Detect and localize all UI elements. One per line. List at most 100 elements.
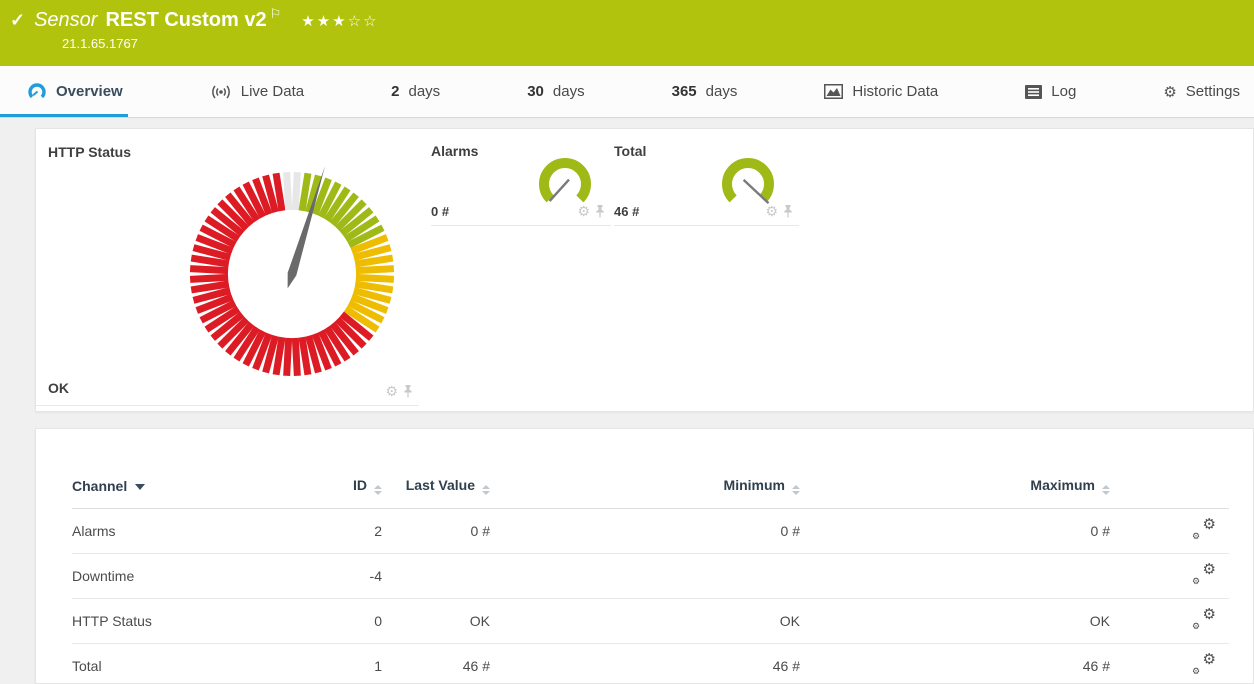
sort-icon xyxy=(374,485,382,495)
gauge-value: 0 # xyxy=(431,204,449,219)
tab-label: Historic Data xyxy=(852,83,938,100)
cell-maximum: 0 # xyxy=(800,509,1110,554)
table-header-row: Channel ID Last Value Minimum Maximum xyxy=(72,477,1229,509)
tab-settings[interactable]: ⚙ Settings xyxy=(1163,66,1240,117)
tab-2-days[interactable]: 2 days xyxy=(391,66,440,117)
table-row[interactable]: Alarms 2 0 # 0 # 0 # ⚙⚙ xyxy=(72,509,1229,554)
cell-id: -4 xyxy=(272,554,382,599)
tab-label: Overview xyxy=(56,83,123,100)
total-gauge-panel: Total 46 # ⚙ xyxy=(614,129,799,226)
broadcast-icon xyxy=(210,84,232,100)
gauge-icon xyxy=(27,82,47,101)
channel-settings-icon[interactable]: ⚙⚙ xyxy=(1192,655,1216,674)
priority-stars[interactable]: ★★★☆☆ xyxy=(301,12,378,30)
gauge-title: Alarms xyxy=(431,143,478,159)
cell-maximum: OK xyxy=(800,599,1110,644)
gauge-footer-icons: ⚙ xyxy=(577,204,605,218)
cell-channel: Total xyxy=(72,644,272,684)
cell-last-value xyxy=(382,554,490,599)
gauge-title: Total xyxy=(614,143,646,159)
alarms-gauge-panel: Alarms 0 # ⚙ xyxy=(431,129,611,226)
column-header-minimum[interactable]: Minimum xyxy=(490,477,800,509)
gear-icon: ⚙ xyxy=(1163,83,1176,101)
column-label: Minimum xyxy=(724,477,785,493)
cell-id: 0 xyxy=(272,599,382,644)
tab-number: 365 xyxy=(672,83,697,100)
tab-number: 30 xyxy=(527,83,544,100)
table-row[interactable]: Total 1 46 # 46 # 46 # ⚙⚙ xyxy=(72,644,1229,684)
sort-icon xyxy=(1102,485,1110,495)
tab-label: Log xyxy=(1051,83,1076,100)
sensor-title-row: ✓ Sensor REST Custom v2 ⚐ ★★★☆☆ xyxy=(10,9,1254,32)
tab-historic-data[interactable]: Historic Data xyxy=(824,66,938,117)
tab-live-data[interactable]: Live Data xyxy=(210,66,304,117)
tab-365-days[interactable]: 365 days xyxy=(672,66,738,117)
table-row[interactable]: Downtime -4 ⚙⚙ xyxy=(72,554,1229,599)
column-label: Maximum xyxy=(1030,477,1095,493)
sort-icon xyxy=(482,485,490,495)
page-title: REST Custom v2 xyxy=(105,9,266,32)
channel-settings-icon[interactable]: ⚙⚙ xyxy=(1192,520,1216,539)
gauge-value: OK xyxy=(48,380,69,396)
gauge-footer-icons: ⚙ xyxy=(765,204,793,218)
tab-label: days xyxy=(706,83,738,100)
tab-number: 2 xyxy=(391,83,399,100)
column-header-actions xyxy=(1110,477,1229,509)
pin-icon[interactable] xyxy=(403,385,413,398)
cell-channel: Alarms xyxy=(72,509,272,554)
gauge-settings-icon[interactable]: ⚙ xyxy=(385,384,398,398)
cell-actions: ⚙⚙ xyxy=(1110,509,1229,554)
gauge-footer-icons: ⚙ xyxy=(385,384,413,398)
gauge-value: 46 # xyxy=(614,204,639,219)
column-header-maximum[interactable]: Maximum xyxy=(800,477,1110,509)
column-label: Last Value xyxy=(406,477,475,493)
column-header-channel[interactable]: Channel xyxy=(72,477,272,509)
cell-minimum: 0 # xyxy=(490,509,800,554)
gauge-settings-icon[interactable]: ⚙ xyxy=(577,204,590,218)
tab-label: Settings xyxy=(1186,83,1240,100)
tab-bar: Overview Live Data 2 days 30 days 365 da… xyxy=(0,66,1254,118)
tab-label: days xyxy=(553,83,585,100)
stars-empty: ☆☆ xyxy=(348,13,379,30)
pin-icon[interactable] xyxy=(783,205,793,218)
cell-id: 2 xyxy=(272,509,382,554)
flag-icon[interactable]: ⚐ xyxy=(270,6,282,22)
cell-channel: Downtime xyxy=(72,554,272,599)
cell-actions: ⚙⚙ xyxy=(1110,599,1229,644)
cell-last-value: 0 # xyxy=(382,509,490,554)
cell-last-value: OK xyxy=(382,599,490,644)
gauges-card: HTTP Status OK ⚙ Alarms 0 # ⚙ Total 46 #… xyxy=(35,128,1254,412)
sensor-header: ✓ Sensor REST Custom v2 ⚐ ★★★☆☆ 21.1.65.… xyxy=(0,0,1254,66)
cell-minimum xyxy=(490,554,800,599)
channels-table-card: Channel ID Last Value Minimum Maximum Al… xyxy=(35,428,1254,684)
channel-settings-icon[interactable]: ⚙⚙ xyxy=(1192,565,1216,584)
sensor-version: 21.1.65.1767 xyxy=(62,36,1254,51)
gauge-settings-icon[interactable]: ⚙ xyxy=(765,204,778,218)
column-label: ID xyxy=(353,477,367,493)
tab-30-days[interactable]: 30 days xyxy=(527,66,584,117)
cell-channel: HTTP Status xyxy=(72,599,272,644)
cell-last-value: 46 # xyxy=(382,644,490,684)
http-status-dial xyxy=(172,154,412,394)
cell-minimum: OK xyxy=(490,599,800,644)
channel-settings-icon[interactable]: ⚙⚙ xyxy=(1192,610,1216,629)
cell-actions: ⚙⚙ xyxy=(1110,644,1229,684)
tab-label: Live Data xyxy=(241,83,304,100)
tab-overview[interactable]: Overview xyxy=(27,66,123,117)
pin-icon[interactable] xyxy=(595,205,605,218)
tab-label: days xyxy=(409,83,441,100)
area-chart-icon xyxy=(824,84,843,99)
gauge-title: HTTP Status xyxy=(48,144,131,160)
column-header-last-value[interactable]: Last Value xyxy=(382,477,490,509)
cell-minimum: 46 # xyxy=(490,644,800,684)
status-check-icon: ✓ xyxy=(10,10,25,31)
sort-icon xyxy=(792,485,800,495)
column-header-id[interactable]: ID xyxy=(272,477,382,509)
table-row[interactable]: HTTP Status 0 OK OK OK ⚙⚙ xyxy=(72,599,1229,644)
object-kind-label: Sensor xyxy=(34,9,97,32)
cell-actions: ⚙⚙ xyxy=(1110,554,1229,599)
cell-maximum xyxy=(800,554,1110,599)
cell-id: 1 xyxy=(272,644,382,684)
log-icon xyxy=(1025,85,1042,99)
tab-log[interactable]: Log xyxy=(1025,66,1076,117)
